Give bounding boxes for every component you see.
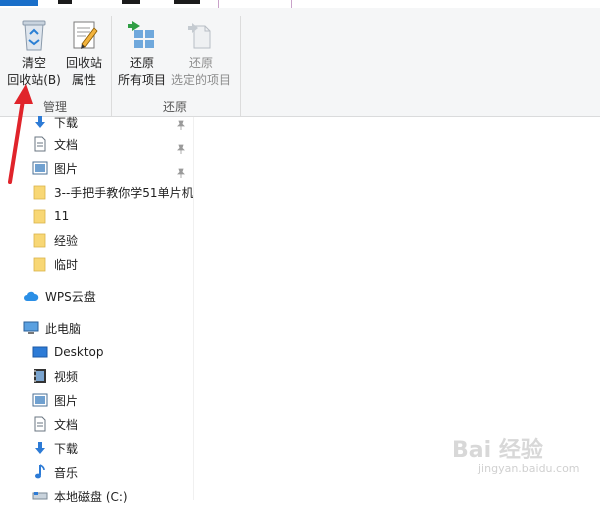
nav-item-wps-cloud[interactable]: WPS云盘	[23, 284, 96, 308]
tab-recycle-bin-tools[interactable]	[218, 0, 292, 8]
restore-all-label-2: 所有项目	[117, 73, 166, 87]
recycle-bin-properties-button[interactable]: 回收站 属性	[62, 18, 106, 89]
restore-selected-label-1: 还原	[188, 56, 213, 70]
nav-item-folder-11[interactable]: 11	[32, 204, 69, 228]
nav-item-label: 3--手把手教你学51单片机	[54, 185, 194, 200]
nav-item-this-pc[interactable]: 此电脑	[23, 316, 81, 340]
tab-home[interactable]	[58, 0, 72, 4]
recycle-bin-icon	[22, 20, 46, 51]
nav-item-label: WPS云盘	[45, 289, 96, 304]
document-icon	[32, 416, 48, 432]
properties-icon	[73, 21, 98, 49]
group-separator	[240, 16, 241, 116]
nav-item-label: 临时	[54, 257, 79, 272]
video-icon	[32, 368, 48, 384]
annotation-arrow-icon	[8, 84, 33, 184]
restore-selected-label-2: 选定的项目	[170, 73, 231, 87]
nav-item-label: 文档	[54, 417, 79, 432]
folder-icon	[32, 208, 48, 224]
nav-item-label: 下载	[54, 441, 79, 456]
tab-file[interactable]	[0, 0, 38, 6]
restore-selected-icon	[188, 23, 211, 49]
restore-all-label-1: 还原	[129, 56, 154, 70]
group-separator	[111, 16, 112, 116]
nav-item-label: 下载	[54, 115, 79, 130]
cloud-icon	[23, 288, 39, 304]
nav-item-label: Desktop	[54, 345, 104, 359]
computer-icon	[23, 320, 39, 336]
restore-all-button[interactable]: 还原 所有项目	[114, 18, 170, 89]
tab-share[interactable]	[122, 0, 140, 4]
nav-item-label: 经验	[54, 233, 79, 248]
recycle-bin-properties-label-2: 属性	[71, 73, 96, 87]
pictures-icon	[32, 392, 48, 408]
download-icon	[32, 440, 48, 456]
nav-item-folder-temp[interactable]: 临时	[32, 252, 78, 276]
pin-icon[interactable]	[176, 139, 186, 158]
empty-recycle-bin-label-1: 清空	[21, 56, 46, 70]
music-icon	[32, 464, 48, 480]
ribbon: 清空 回收站(B) 回收站 属性 管理 还原 所有项目 还原 选定的项目 还原	[0, 8, 600, 117]
nav-item-folder-experience[interactable]: 经验	[32, 228, 78, 252]
watermark-logo: Bai 经验	[452, 438, 543, 463]
ribbon-tab-strip	[0, 0, 600, 8]
nav-item-pictures-pc[interactable]: 图片	[32, 388, 78, 412]
nav-item-label: 图片	[54, 393, 79, 408]
desktop-icon	[32, 344, 48, 360]
nav-item-videos[interactable]: 视频	[32, 364, 78, 388]
restore-selected-button[interactable]: 还原 选定的项目	[168, 18, 234, 89]
folder-icon	[32, 256, 48, 272]
recycle-bin-properties-label-1: 回收站	[65, 56, 102, 70]
drive-icon	[32, 488, 48, 504]
folder-icon	[32, 232, 48, 248]
restore-all-icon	[128, 21, 154, 48]
nav-item-downloads-pc[interactable]: 下载	[32, 436, 78, 460]
nav-item-label: 本地磁盘 (C:)	[54, 489, 128, 504]
tab-view[interactable]	[174, 0, 200, 4]
pin-icon[interactable]	[176, 115, 186, 134]
nav-item-label: 11	[54, 209, 70, 223]
nav-item-label: 此电脑	[45, 321, 82, 336]
nav-item-local-disk-c[interactable]: 本地磁盘 (C:)	[32, 484, 128, 508]
nav-item-folder-51mcu[interactable]: 3--手把手教你学51单片机	[32, 180, 194, 204]
watermark-url: jingyan.baidu.com	[478, 462, 580, 475]
group-label-restore: 还原	[163, 100, 188, 114]
nav-item-music[interactable]: 音乐	[32, 460, 78, 484]
nav-item-label: 文档	[54, 137, 79, 152]
nav-item-label: 音乐	[54, 465, 79, 480]
nav-item-documents-pc[interactable]: 文档	[32, 412, 78, 436]
nav-item-label: 图片	[54, 161, 79, 176]
empty-recycle-bin-button[interactable]: 清空 回收站(B)	[4, 18, 64, 89]
nav-item-desktop[interactable]: Desktop	[32, 340, 104, 364]
nav-item-label: 视频	[54, 369, 79, 384]
